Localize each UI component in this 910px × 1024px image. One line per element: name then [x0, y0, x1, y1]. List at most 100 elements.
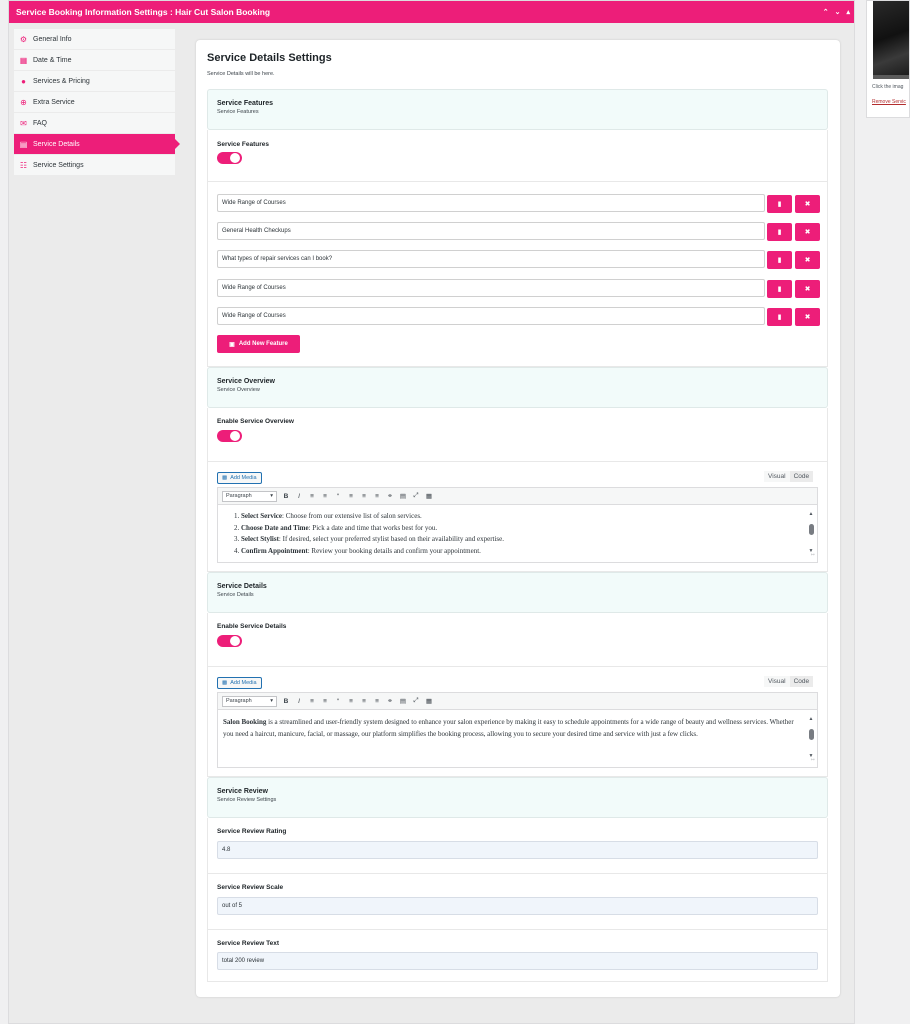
details-toggle[interactable]	[217, 635, 242, 647]
scroll-thumb[interactable]	[808, 728, 814, 740]
section-title: Service Overview	[217, 378, 275, 385]
sidebar-item-service-details[interactable]: ▤ Service Details	[14, 134, 180, 154]
toolbar-toggle-icon[interactable]: ▦	[425, 492, 433, 500]
bullet-list-icon[interactable]: ≡	[308, 698, 316, 705]
drag-feature-button[interactable]: ✖	[795, 280, 820, 298]
features-toggle-label: Service Features	[217, 141, 270, 148]
sidebar-item-service-settings[interactable]: ☷ Service Settings	[14, 155, 175, 175]
bold-icon[interactable]: B	[282, 698, 290, 705]
details-paragraph: Salon Booking is a streamlined and user-…	[223, 717, 805, 740]
scroll-thumb[interactable]	[808, 523, 814, 535]
align-left-icon[interactable]: ≡	[347, 698, 355, 705]
remove-image-link[interactable]: Remove Servic	[872, 99, 906, 105]
featured-image-panel: Click the imag Remove Servic	[866, 0, 910, 118]
drag-feature-button[interactable]: ✖	[795, 251, 820, 269]
collapse-icon[interactable]: ▴	[846, 8, 850, 16]
align-left-icon[interactable]: ≡	[347, 493, 355, 500]
delete-feature-button[interactable]: ▮	[767, 280, 792, 298]
blockquote-icon[interactable]: “	[334, 698, 342, 705]
bullet-list-icon[interactable]: ≡	[308, 493, 316, 500]
scroll-up-icon[interactable]: ▲	[809, 714, 814, 726]
align-center-icon[interactable]: ≡	[360, 493, 368, 500]
fullscreen-icon[interactable]: ⤢	[412, 492, 420, 500]
sidebar-item-faq[interactable]: ✉ FAQ	[14, 113, 175, 133]
featured-image-caption: Click the imag	[872, 84, 904, 90]
feature-input[interactable]: Wide Range of Courses	[217, 194, 765, 212]
overview-editor[interactable]: Paragraph ▾ B I ≡ ≡ “ ≡ ≡ ≡ ⚭ ▤ ⤢ ▦ 1. S…	[217, 487, 818, 563]
list-item-text: : Review your booking details and confir…	[307, 546, 481, 555]
italic-icon[interactable]: I	[295, 698, 303, 705]
page-description: Service Details will be here.	[207, 71, 275, 77]
tab-code[interactable]: Code	[789, 676, 814, 687]
drag-feature-button[interactable]: ✖	[795, 223, 820, 241]
list-item-bold: Select Service	[241, 512, 283, 520]
section-title: Service Review	[217, 788, 268, 795]
section-subtitle: Service Overview	[217, 387, 260, 393]
features-toggle[interactable]	[217, 152, 242, 164]
bold-icon[interactable]: B	[282, 493, 290, 500]
align-right-icon[interactable]: ≡	[373, 698, 381, 705]
add-media-button[interactable]: ▩ Add Media	[217, 677, 262, 689]
tab-code[interactable]: Code	[789, 471, 814, 482]
editor-toolbar: Paragraph ▾ B I ≡ ≡ “ ≡ ≡ ≡ ⚭ ▤ ⤢ ▦	[218, 693, 817, 710]
featured-image[interactable]	[873, 1, 909, 79]
tab-visual[interactable]: Visual	[764, 471, 790, 482]
align-right-icon[interactable]: ≡	[373, 493, 381, 500]
sidebar-item-label: General Info	[33, 35, 72, 43]
numbered-list-icon[interactable]: ≡	[321, 493, 329, 500]
list-item: Select Stylist: If desired, select your …	[241, 534, 805, 546]
more-tag-icon[interactable]: ▤	[399, 697, 407, 705]
toolbar-toggle-icon[interactable]: ▦	[425, 697, 433, 705]
format-select[interactable]: Paragraph ▾	[222, 695, 277, 707]
sidebar-item-general-info[interactable]: ⚙ General Info	[14, 29, 175, 49]
sidebar-item-services-pricing[interactable]: ● Services & Pricing	[14, 71, 175, 91]
move-down-icon[interactable]: ⌄	[835, 8, 841, 16]
sidebar-item-extra-service[interactable]: ⊕ Extra Service	[14, 92, 175, 112]
details-toggle-label: Enable Service Details	[217, 623, 287, 630]
link-icon[interactable]: ⚭	[386, 697, 394, 705]
overview-editor-content[interactable]: Select Service: Choose from our extensiv…	[218, 505, 817, 562]
delete-feature-button[interactable]: ▮	[767, 195, 792, 213]
italic-icon[interactable]: I	[295, 493, 303, 500]
section-title: Service Features	[217, 100, 274, 107]
link-icon[interactable]: ⚭	[386, 492, 394, 500]
feature-input[interactable]: What types of repair services can I book…	[217, 250, 765, 268]
list-item-bold: Choose Date and Time	[241, 523, 309, 532]
add-media-button[interactable]: ▩ Add Media	[217, 472, 262, 484]
drag-feature-button[interactable]: ✖	[795, 195, 820, 213]
resize-handle-icon[interactable]: ⇿	[811, 755, 815, 767]
review-text-input[interactable]: total 200 review	[217, 952, 818, 970]
feature-input[interactable]: Wide Range of Courses	[217, 307, 765, 325]
resize-handle-icon[interactable]: ⇿	[811, 550, 815, 562]
review-scale-input[interactable]: out of 5	[217, 897, 818, 915]
feature-input[interactable]: General Health Checkups	[217, 222, 765, 240]
blockquote-icon[interactable]: “	[334, 493, 342, 500]
tab-visual[interactable]: Visual	[764, 676, 790, 687]
fullscreen-icon[interactable]: ⤢	[412, 697, 420, 705]
metabox-title: Service Booking Information Settings : H…	[16, 7, 271, 17]
review-rating-input[interactable]: 4.8	[217, 841, 818, 859]
align-center-icon[interactable]: ≡	[360, 698, 368, 705]
trash-icon: ▮	[777, 201, 782, 208]
overview-list: Select Service: Choose from our extensiv…	[223, 511, 805, 557]
metabox-header[interactable]: Service Booking Information Settings : H…	[9, 1, 854, 23]
sidebar-item-date-time[interactable]: ▦ Date & Time	[14, 50, 175, 70]
feature-input[interactable]: Wide Range of Courses	[217, 279, 765, 297]
delete-feature-button[interactable]: ▮	[767, 308, 792, 326]
add-new-feature-button[interactable]: ▣ Add New Feature	[217, 335, 300, 353]
dropdown-arrow-icon: ▾	[270, 698, 273, 704]
sidebar-item-label: FAQ	[33, 119, 48, 127]
overview-section-header: Service Overview Service Overview	[207, 367, 828, 408]
details-editor-content[interactable]: Salon Booking is a streamlined and user-…	[218, 710, 817, 767]
move-up-icon[interactable]: ⌃	[823, 8, 829, 16]
delete-feature-button[interactable]: ▮	[767, 251, 792, 269]
scroll-up-icon[interactable]: ▲	[809, 509, 814, 521]
overview-toggle[interactable]	[217, 430, 242, 442]
format-select[interactable]: Paragraph ▾	[222, 490, 277, 502]
numbered-list-icon[interactable]: ≡	[321, 698, 329, 705]
delete-feature-button[interactable]: ▮	[767, 223, 792, 241]
trash-icon: ▮	[777, 314, 782, 321]
more-tag-icon[interactable]: ▤	[399, 492, 407, 500]
details-editor[interactable]: Paragraph ▾ B I ≡ ≡ “ ≡ ≡ ≡ ⚭ ▤ ⤢ ▦ Salo…	[217, 692, 818, 768]
drag-feature-button[interactable]: ✖	[795, 308, 820, 326]
